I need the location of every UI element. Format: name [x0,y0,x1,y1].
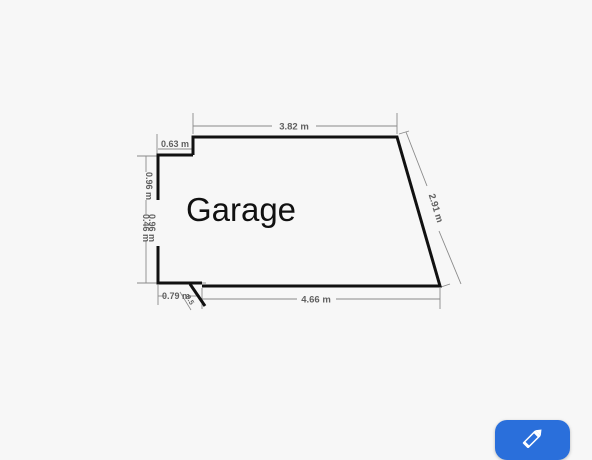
pencil-icon [522,429,542,448]
wall-label-bottom: 4.66 m [301,295,331,306]
wall-label-notch-top: 0.63 m [161,139,189,149]
wall-label-top: 3.82 m [279,122,309,133]
edit-button[interactable] [495,420,570,460]
wall-label-left-upper: 0.96 m [144,172,154,200]
room-name: Garage [186,191,296,228]
floor-plan-canvas: 3.82 m 2.91 m 4.66 m 0.63 m 0.96 m 0.46 … [137,113,462,311]
wall-label-right: 2.91 m [426,193,445,225]
wall-label-left-lower: 0.96 m [147,214,157,242]
room-walls-lower-left [156,246,187,285]
